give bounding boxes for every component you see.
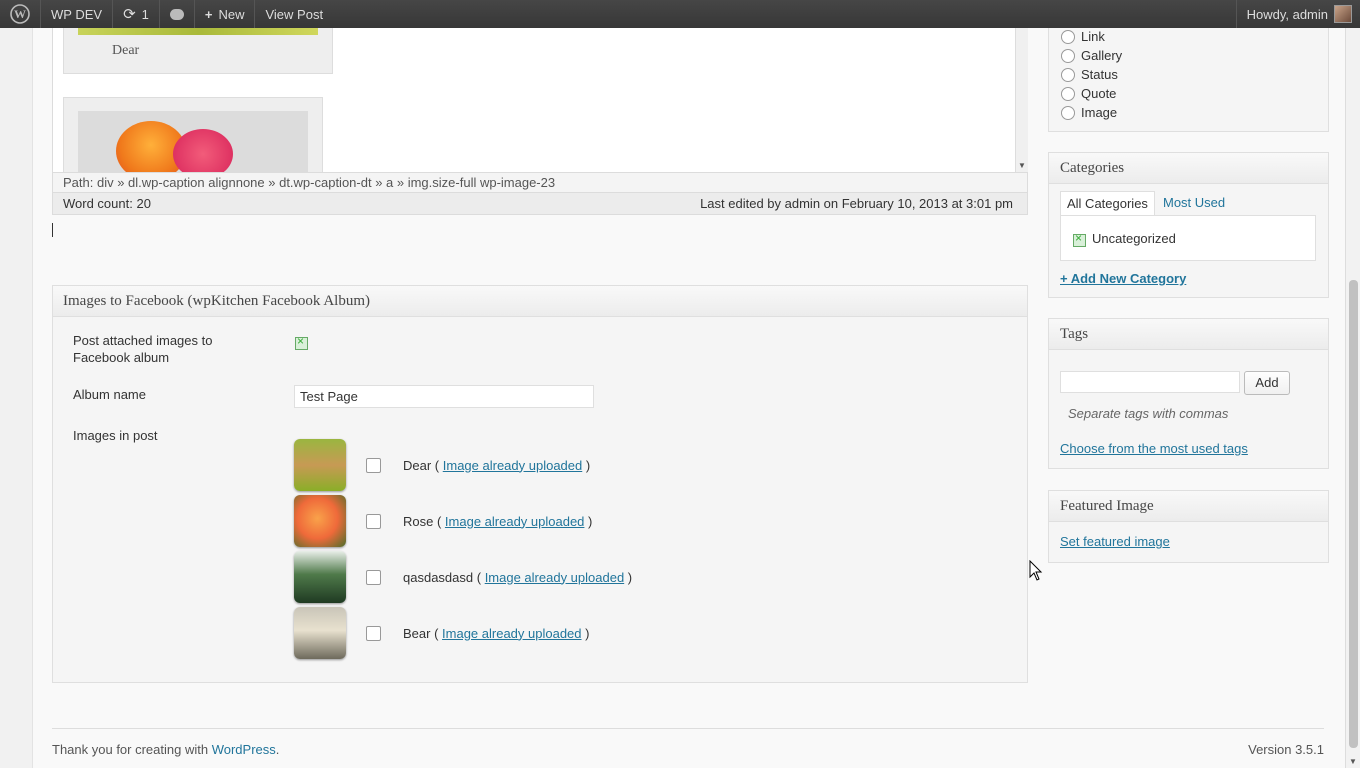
featured-image-box: Featured Image Set featured image bbox=[1048, 490, 1329, 563]
format-option[interactable]: Status bbox=[1061, 67, 1118, 82]
tag-input[interactable] bbox=[1060, 371, 1240, 393]
category-label: Uncategorized bbox=[1092, 231, 1176, 246]
editor-content-area[interactable]: Dear bbox=[52, 28, 1016, 172]
featured-image-title[interactable]: Featured Image bbox=[1049, 491, 1328, 522]
image-checkbox[interactable] bbox=[366, 457, 381, 473]
image-label: Rose ( Image already uploaded ) bbox=[403, 513, 593, 529]
wordpress-logo-icon[interactable]: W bbox=[0, 0, 41, 28]
editor-status-bar: Word count: 20 Last edited by admin on F… bbox=[52, 193, 1028, 215]
image-checkbox[interactable] bbox=[366, 513, 381, 529]
plus-icon: + bbox=[204, 6, 213, 22]
image-checkbox[interactable] bbox=[366, 625, 381, 641]
album-name-input[interactable] bbox=[294, 385, 594, 408]
image-label: Bear ( Image already uploaded ) bbox=[403, 625, 590, 641]
word-count: Word count: 20 bbox=[63, 196, 151, 211]
radio-button[interactable] bbox=[1061, 67, 1075, 82]
footer-thanks: Thank you for creating with WordPress. bbox=[52, 742, 280, 757]
editor-scrollbar[interactable]: ▼ bbox=[1015, 28, 1028, 172]
add-new-category-link[interactable]: + Add New Category bbox=[1060, 271, 1186, 286]
radio-button[interactable] bbox=[1061, 29, 1075, 44]
add-tag-button[interactable]: Add bbox=[1244, 371, 1290, 395]
format-option[interactable]: Image bbox=[1061, 105, 1117, 120]
footer-divider bbox=[52, 728, 1324, 729]
caption-text: Dear bbox=[112, 43, 140, 58]
deer-thumbnail bbox=[294, 439, 346, 491]
bear-thumbnail bbox=[294, 607, 346, 659]
refresh-icon: ⟳ bbox=[123, 6, 136, 23]
format-option[interactable]: Link bbox=[1061, 29, 1105, 44]
aquarium-thumbnail bbox=[294, 551, 346, 603]
format-option[interactable]: Gallery bbox=[1061, 48, 1122, 63]
image-checkbox[interactable] bbox=[366, 569, 381, 585]
categories-title[interactable]: Categories bbox=[1049, 153, 1328, 184]
format-option[interactable]: Quote bbox=[1061, 86, 1116, 101]
admin-bar: W WP DEV ⟳ 1 + New View Post Howdy, admi… bbox=[0, 0, 1360, 28]
tags-hint: Separate tags with commas bbox=[1068, 406, 1229, 421]
category-checkbox[interactable] bbox=[1073, 231, 1086, 247]
images-in-post-label: Images in post bbox=[73, 428, 158, 443]
image-label: Dear ( Image already uploaded ) bbox=[403, 457, 591, 473]
last-edited: Last edited by admin on February 10, 201… bbox=[700, 196, 1013, 211]
set-featured-image-link[interactable]: Set featured image bbox=[1060, 534, 1170, 549]
radio-button[interactable] bbox=[1061, 86, 1075, 101]
image-uploaded-link[interactable]: Image already uploaded bbox=[443, 458, 583, 473]
text-cursor bbox=[52, 223, 53, 237]
image-row: Dear ( Image already uploaded ) bbox=[294, 439, 590, 491]
updates-count: 1 bbox=[141, 6, 149, 22]
post-attached-label: Post attached images to Facebook album bbox=[73, 333, 213, 365]
image-row: Rose ( Image already uploaded ) bbox=[294, 495, 592, 547]
radio-button[interactable] bbox=[1061, 105, 1075, 120]
site-name-link[interactable]: WP DEV bbox=[41, 0, 114, 28]
new-label: New bbox=[218, 6, 245, 22]
rose-thumbnail bbox=[294, 495, 346, 547]
image-uploaded-link[interactable]: Image already uploaded bbox=[442, 626, 582, 641]
comments-button[interactable] bbox=[160, 0, 195, 28]
rose-image bbox=[78, 111, 308, 172]
avatar bbox=[1334, 5, 1352, 23]
svg-text:W: W bbox=[14, 7, 26, 21]
radio-button[interactable] bbox=[1061, 48, 1075, 63]
tab-all-categories[interactable]: All Categories bbox=[1060, 191, 1155, 216]
category-list: Uncategorized bbox=[1060, 215, 1316, 261]
post-format-box: Link Gallery Status Quote Image bbox=[1048, 20, 1329, 132]
choose-tags-link[interactable]: Choose from the most used tags bbox=[1060, 441, 1248, 456]
post-attached-checkbox[interactable] bbox=[295, 334, 308, 350]
my-account-menu[interactable]: Howdy, admin bbox=[1235, 0, 1360, 28]
caption-block-rose[interactable] bbox=[63, 97, 323, 172]
caption-block-dear[interactable]: Dear bbox=[63, 28, 333, 74]
tab-most-used[interactable]: Most Used bbox=[1157, 191, 1231, 215]
categories-box: Categories All Categories Most Used Unca… bbox=[1048, 152, 1329, 298]
image-row: Bear ( Image already uploaded ) bbox=[294, 607, 589, 659]
updates-button[interactable]: ⟳ 1 bbox=[113, 0, 160, 28]
scroll-down-arrow-icon[interactable]: ▼ bbox=[1349, 757, 1357, 766]
tags-box: Tags Add Separate tags with commas Choos… bbox=[1048, 318, 1329, 469]
page-scrollbar[interactable]: ▼ bbox=[1345, 28, 1360, 768]
image-uploaded-link[interactable]: Image already uploaded bbox=[485, 570, 625, 585]
facebook-album-postbox: Images to Facebook (wpKitchen Facebook A… bbox=[52, 285, 1028, 683]
comment-bubble-icon bbox=[169, 8, 184, 20]
image-label: qasdasdasd ( Image already uploaded ) bbox=[403, 569, 633, 585]
new-content-button[interactable]: + New bbox=[195, 0, 256, 28]
image-row: qasdasdasd ( Image already uploaded ) bbox=[294, 551, 632, 603]
dear-image-fragment bbox=[78, 28, 318, 35]
album-name-label: Album name bbox=[73, 387, 146, 402]
wordpress-link[interactable]: WordPress bbox=[212, 742, 276, 757]
scrollbar-thumb[interactable] bbox=[1349, 280, 1358, 748]
editor-path-bar: Path: div » dl.wp-caption alignnone » dt… bbox=[52, 172, 1028, 193]
howdy-text: Howdy, admin bbox=[1246, 6, 1328, 22]
mouse-pointer-icon bbox=[1029, 560, 1043, 581]
postbox-title[interactable]: Images to Facebook (wpKitchen Facebook A… bbox=[53, 286, 1027, 317]
view-post-link[interactable]: View Post bbox=[255, 0, 333, 28]
admin-menu-strip bbox=[0, 28, 33, 768]
scroll-down-arrow-icon[interactable]: ▼ bbox=[1018, 161, 1026, 170]
tags-title[interactable]: Tags bbox=[1049, 319, 1328, 350]
image-uploaded-link[interactable]: Image already uploaded bbox=[445, 514, 585, 529]
footer-version: Version 3.5.1 bbox=[1248, 742, 1324, 757]
